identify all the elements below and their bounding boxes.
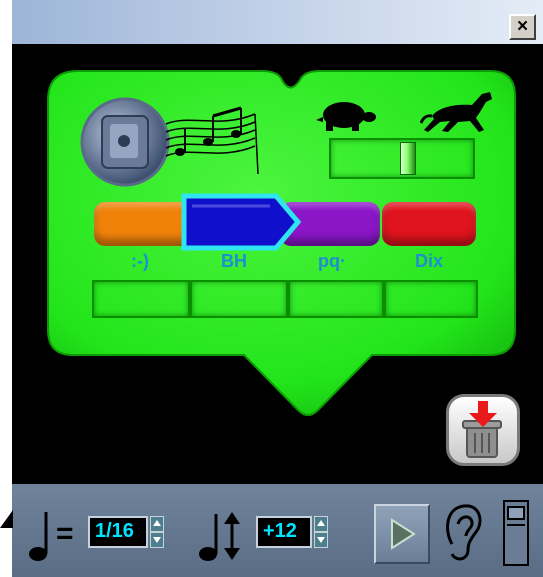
turtle-icon — [316, 102, 376, 131]
play-button[interactable] — [374, 504, 430, 564]
track-label-4: Dix — [414, 251, 443, 271]
track-label-3: pq· — [318, 251, 346, 271]
note-equals-sign: = — [56, 517, 74, 550]
track-slot-3[interactable] — [288, 280, 384, 318]
play-icon — [391, 518, 416, 550]
trash-button[interactable] — [446, 394, 520, 466]
trash-icon — [462, 401, 502, 458]
quarter-note-icon — [29, 512, 48, 561]
track-segment-1[interactable] — [94, 202, 192, 246]
volume-slider-thumb[interactable] — [507, 506, 525, 520]
track-slot-1[interactable] — [92, 280, 190, 318]
track-slot-2[interactable] — [190, 280, 288, 318]
transpose-down[interactable] — [314, 532, 328, 548]
transpose-value-field[interactable]: +12 — [256, 516, 312, 548]
pointer-icon — [0, 510, 13, 528]
volume-slider-track-line — [507, 524, 525, 526]
track-label-1: :-) — [131, 251, 149, 271]
track-slot-4[interactable] — [384, 280, 478, 318]
note-value-field[interactable]: 1/16 — [88, 516, 148, 548]
note-value-down[interactable] — [150, 532, 164, 548]
transpose-up[interactable] — [314, 516, 328, 532]
horse-icon — [420, 92, 492, 132]
volume-slider[interactable] — [503, 500, 529, 566]
note-value-up[interactable] — [150, 516, 164, 532]
track-segment-4[interactable] — [382, 202, 476, 246]
transpose-icon — [199, 512, 240, 561]
speaker-music-icon[interactable] — [80, 94, 270, 194]
ear-icon[interactable] — [438, 500, 488, 566]
track-label-2: BH — [221, 251, 247, 271]
track-segment-2[interactable] — [180, 192, 304, 256]
speed-slider-thumb[interactable] — [400, 142, 417, 175]
